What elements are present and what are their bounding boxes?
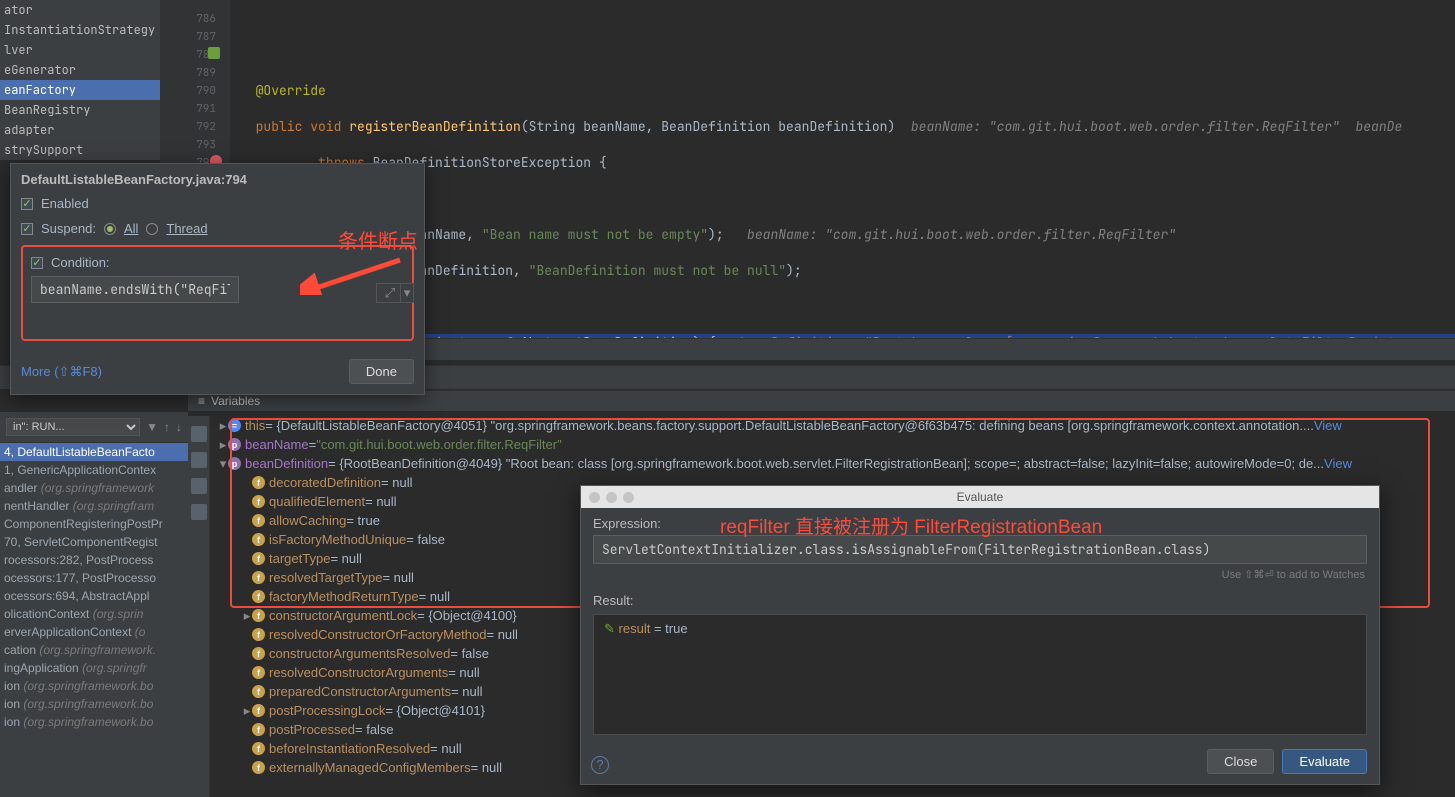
frame-item[interactable]: ion (org.springframework.bo	[0, 695, 188, 713]
expression-input[interactable]	[593, 535, 1367, 564]
suspend-checkbox[interactable]	[21, 223, 33, 235]
line-number: 791	[160, 100, 230, 118]
inline-hint: beanName: "com.git.hui.boot.web.order.fi…	[724, 226, 1176, 243]
condition-label: Condition:	[51, 255, 110, 270]
result-value: = true	[650, 621, 687, 636]
suspend-thread-radio[interactable]	[146, 223, 158, 235]
structure-item[interactable]: strySupport	[0, 140, 179, 160]
keyword: public void	[256, 118, 342, 135]
suspend-thread-label: Thread	[166, 221, 207, 236]
view-link[interactable]: View	[1324, 456, 1358, 471]
view-link[interactable]: View	[1314, 418, 1348, 433]
suspend-label: Suspend:	[41, 221, 96, 236]
frame-item[interactable]: ComponentRegisteringPostPr	[0, 515, 188, 533]
inline-hint: beanName: "com.git.hui.boot.web.order.fi…	[895, 118, 1402, 135]
annotation-label-2: reqFilter 直接被注册为 FilterRegistrationBean	[720, 512, 1102, 539]
frame-item[interactable]: 70, ServletComponentRegist	[0, 533, 188, 551]
enabled-label: Enabled	[41, 196, 89, 211]
condition-checkbox[interactable]	[31, 257, 43, 269]
frame-item[interactable]: erverApplicationContext (o	[0, 623, 188, 641]
evaluate-titlebar[interactable]: Evaluate	[581, 486, 1379, 508]
frames-panel: in": RUN... ▼ ↑ ↓ 4, DefaultListableBean…	[0, 412, 188, 797]
frame-item[interactable]: rocessors:282, PostProcess	[0, 551, 188, 569]
result-box[interactable]: ✎ result = true	[593, 614, 1367, 735]
structure-item[interactable]: eGenerator	[0, 60, 179, 80]
pin-icon[interactable]	[191, 478, 207, 494]
structure-item[interactable]: InstantiationStrategy	[0, 20, 179, 40]
frame-item[interactable]: 4, DefaultListableBeanFacto	[0, 443, 188, 461]
annotation-arrow-icon	[300, 255, 405, 295]
structure-item[interactable]: adapter	[0, 120, 179, 140]
frame-item[interactable]: ion (org.springframework.bo	[0, 713, 188, 731]
frame-item[interactable]: andler (org.springframework	[0, 479, 188, 497]
suspend-all-label: All	[124, 221, 138, 236]
result-name: result	[619, 621, 651, 636]
structure-item-selected[interactable]: eanFactory	[0, 80, 179, 100]
filter-icon[interactable]: ▼	[146, 420, 158, 434]
frame-item[interactable]: ocessors:177, PostProcesso	[0, 569, 188, 587]
frame-item[interactable]: 1, GenericApplicationContex	[0, 461, 188, 479]
structure-item[interactable]: lver	[0, 40, 179, 60]
suspend-all-radio[interactable]	[104, 223, 116, 235]
thread-selector[interactable]: in": RUN...	[6, 418, 140, 436]
restore-layout-icon[interactable]	[191, 426, 207, 442]
prev-frame-icon[interactable]: ↑	[164, 420, 170, 434]
evaluate-button[interactable]: Evaluate	[1282, 749, 1367, 774]
more-link[interactable]: More (⇧⌘F8)	[21, 364, 102, 380]
add-watches-hint: Use ⇧⌘⏎ to add to Watches	[581, 564, 1379, 585]
structure-tree[interactable]: ator InstantiationStrategy lver eGenerat…	[0, 0, 180, 160]
settings-icon[interactable]	[191, 452, 207, 468]
result-ok-icon: ✎	[604, 621, 615, 636]
string: "Bean name must not be empty"	[482, 226, 708, 243]
evaluate-title: Evaluate	[957, 490, 1004, 504]
line-number: 786	[160, 10, 230, 28]
line-number: 792	[160, 118, 230, 136]
breakpoint-title: DefaultListableBeanFactory.java:794	[11, 164, 424, 191]
frame-item[interactable]: ingApplication (org.springfr	[0, 659, 188, 677]
frame-item[interactable]: cation (org.springframework.	[0, 641, 188, 659]
string: "BeanDefinition must not be null"	[529, 262, 786, 279]
close-button[interactable]: Close	[1207, 749, 1274, 774]
variables-icon: ≡	[198, 394, 205, 408]
frame-item[interactable]: olicationContext (org.sprin	[0, 605, 188, 623]
structure-item[interactable]: BeanRegistry	[0, 100, 179, 120]
method-name: registerBeanDefinition	[349, 118, 521, 135]
annotation-label-1: 条件断点	[338, 225, 418, 254]
watches-icon[interactable]	[191, 504, 207, 520]
debug-side-toolbar	[188, 416, 210, 797]
frame-item[interactable]: nentHandler (org.springfram	[0, 497, 188, 515]
code-text: );	[786, 262, 802, 279]
variable-row[interactable]: ▾pbeanDefinition = {RootBeanDefinition@4…	[212, 454, 1455, 473]
variable-row[interactable]: ▸=this= {DefaultListableBeanFactory@4051…	[212, 416, 1455, 435]
frame-item[interactable]: ocessors:694, AbstractAppl	[0, 587, 188, 605]
code-text: );	[708, 226, 724, 243]
done-button[interactable]: Done	[349, 359, 414, 384]
line-number: 790	[160, 82, 230, 100]
result-label: Result:	[581, 585, 1379, 612]
next-frame-icon[interactable]: ↓	[176, 420, 182, 434]
annotation: @Override	[256, 82, 326, 99]
line-number: 787	[160, 28, 230, 46]
structure-item[interactable]: ator	[0, 0, 179, 20]
frame-item[interactable]: ion (org.springframework.bo	[0, 677, 188, 695]
line-number: 789	[160, 64, 230, 82]
variable-row[interactable]: ▸pbeanName = "com.git.hui.boot.web.order…	[212, 435, 1455, 454]
line-number: 793	[160, 136, 230, 154]
enabled-checkbox[interactable]	[21, 198, 33, 210]
condition-input[interactable]	[31, 276, 239, 303]
params: (String beanName, BeanDefinition beanDef…	[521, 118, 895, 135]
window-traffic-lights[interactable]	[589, 492, 634, 503]
variables-title: Variables	[211, 394, 260, 408]
help-icon[interactable]: ?	[591, 756, 609, 774]
override-gutter-icon[interactable]	[208, 47, 220, 59]
